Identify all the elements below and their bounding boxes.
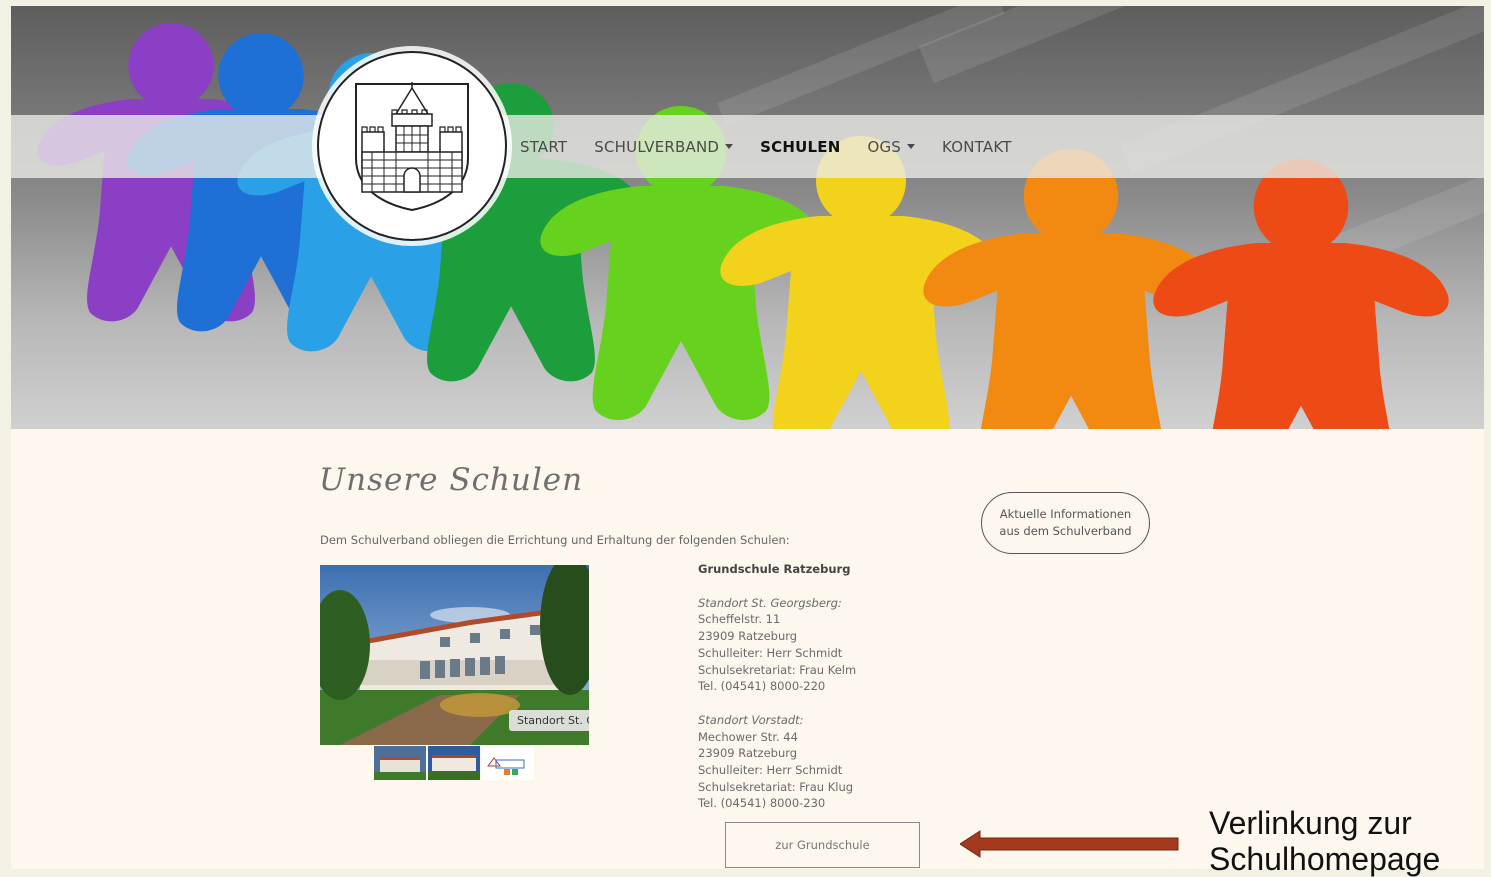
nav-item-schulverband[interactable]: SCHULVERBAND [594, 137, 734, 156]
slideshow-caption: Standort St. Ge [509, 710, 589, 731]
annotation-arrow-icon [960, 830, 1179, 858]
nav-item-start[interactable]: START [520, 138, 567, 156]
thumbnail-image[interactable] [428, 746, 480, 780]
button-label-line2: aus dem Schulverband [999, 524, 1132, 538]
address-line: 23909 Ratzeburg [698, 629, 798, 644]
nav-item-label: SCHULEN [760, 137, 841, 156]
page-title: Unsere Schulen [319, 462, 584, 498]
navigation-bar: START SCHULVERBAND SCHULEN OGS KONTAKT [11, 115, 1484, 178]
colorful-figures-illustration [37, 22, 1449, 429]
hero-banner: START SCHULVERBAND SCHULEN OGS KONTAKT [11, 6, 1484, 429]
school-homepage-button[interactable]: zur Grundschule [725, 822, 920, 868]
location-heading: Standort St. Georgsberg: [698, 595, 842, 610]
page-frame: START SCHULVERBAND SCHULEN OGS KONTAKT U… [11, 6, 1484, 869]
address-line: Mechower Str. 44 [698, 729, 798, 744]
annotation-label: Verlinkung zur Schulhomepage [1209, 805, 1440, 877]
nav-item-kontakt[interactable]: KONTAKT [942, 138, 1012, 156]
button-label-line1: Aktuelle Informationen [999, 507, 1132, 521]
phone-line: Tel. (04541) 8000-220 [698, 679, 826, 694]
thumbnail-image[interactable] [482, 746, 534, 780]
caret-down-icon [907, 144, 916, 149]
principal-line: Schulleiter: Herr Schmidt [698, 645, 843, 660]
thumbnail-image[interactable] [374, 746, 426, 780]
annotation-line1: Verlinkung zur [1209, 805, 1412, 841]
location-heading: Standort Vorstadt: [698, 712, 804, 727]
school-details: Grundschule Ratzeburg Standort St. Georg… [698, 561, 856, 812]
address-line: 23909 Ratzeburg [698, 746, 798, 761]
news-button[interactable]: Aktuelle Informationen aus dem Schulverb… [981, 492, 1150, 554]
main-menu: START SCHULVERBAND SCHULEN OGS KONTAKT [520, 115, 1039, 178]
intro-text: Dem Schulverband obliegen die Errichtung… [320, 533, 790, 547]
nav-item-label: SCHULVERBAND [594, 137, 720, 156]
nav-item-schulen[interactable]: SCHULEN [760, 138, 840, 156]
annotation-line2: Schulhomepage [1209, 841, 1441, 877]
nav-item-label: OGS [867, 137, 902, 156]
site-logo[interactable] [317, 51, 507, 241]
nav-item-ogs[interactable]: OGS [867, 137, 916, 156]
castle-coat-of-arms-icon [355, 82, 469, 212]
school-name: Grundschule Ratzeburg [698, 562, 851, 576]
caret-down-icon [725, 144, 734, 149]
button-label: zur Grundschule [775, 838, 870, 852]
nav-item-label: KONTAKT [942, 137, 1012, 156]
nav-item-label: START [520, 137, 568, 156]
secretary-line: Schulsekretariat: Frau Kelm [698, 662, 857, 677]
principal-line: Schulleiter: Herr Schmidt [698, 763, 843, 778]
address-line: Scheffelstr. 11 [698, 612, 781, 627]
school-photo-slideshow[interactable]: Standort St. Ge [320, 565, 589, 745]
thumbnail-strip [374, 746, 534, 780]
phone-line: Tel. (04541) 8000-230 [698, 796, 826, 811]
secretary-line: Schulsekretariat: Frau Klug [698, 779, 854, 794]
